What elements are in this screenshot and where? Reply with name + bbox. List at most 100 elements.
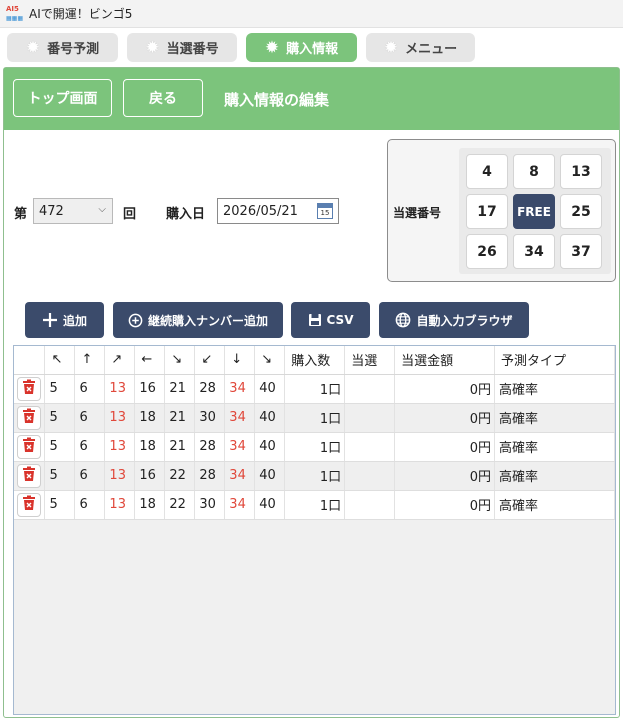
column-header	[14, 346, 46, 375]
column-header[interactable]: ↘	[164, 346, 196, 375]
table-row[interactable]: 5 6 13 18 21 30 34 40 1口 0円 高確率	[14, 403, 615, 433]
tab-label: 購入情報	[286, 42, 339, 57]
quantity-cell: 1口	[284, 403, 346, 433]
delete-cell	[14, 461, 46, 491]
column-header[interactable]: 予測タイプ	[494, 346, 615, 375]
bingo-cell: 25	[560, 194, 602, 229]
number-cell: 22	[164, 490, 196, 520]
quantity-cell: 1口	[284, 432, 346, 462]
winning-numbers-panel: 当選番号 4 8 13 17 FREE 25 26 34 37	[387, 139, 616, 282]
number-cell: 5	[44, 374, 76, 404]
number-cell: 21	[164, 432, 196, 462]
header-bar: トップ画面 戻る 購入情報の編集	[4, 68, 619, 130]
table-row[interactable]: 5 6 13 18 21 28 34 40 1口 0円 高確率	[14, 432, 615, 462]
number-cell: 6	[74, 490, 106, 520]
number-cell: 21	[164, 403, 196, 433]
number-cell: 5	[44, 461, 76, 491]
number-cell: 6	[74, 432, 106, 462]
delete-button[interactable]	[17, 405, 41, 430]
number-cell: 6	[74, 461, 106, 491]
plus-icon	[42, 312, 58, 328]
delete-button[interactable]	[17, 434, 41, 459]
content-frame: トップ画面 戻る 購入情報の編集 第 472 ⌵ 回 購入日 2026/05/2…	[3, 67, 620, 718]
globe-icon	[395, 312, 411, 328]
column-header[interactable]: ←	[134, 346, 166, 375]
prediction-type-cell: 高確率	[494, 461, 615, 491]
purchase-table: ↖ ↑ ↗ ← ↘ ↙ ↓ ↘ 購入数 当選 当選金額 予測タイプ 5 6 13 16…	[13, 345, 616, 715]
auto-input-browser-button[interactable]: 自動入力ブラウザ	[379, 302, 529, 338]
number-cell: 22	[164, 461, 196, 491]
bingo-cell: 34	[513, 234, 555, 269]
round-select[interactable]: 472 ⌵	[33, 198, 113, 224]
csv-label: CSV	[326, 313, 354, 327]
tab-purchase-info[interactable]: ✹ 購入情報	[246, 33, 357, 62]
number-cell: 34	[224, 461, 256, 491]
table-row[interactable]: 5 6 13 18 22 30 34 40 1口 0円 高確率	[14, 490, 615, 520]
csv-button[interactable]: CSV	[291, 302, 370, 338]
back-button[interactable]: 戻る	[123, 79, 203, 117]
number-cell: 5	[44, 403, 76, 433]
column-header[interactable]: ↑	[74, 346, 106, 375]
number-cell: 34	[224, 490, 256, 520]
win-cell	[344, 490, 396, 520]
bingo-cell: 13	[560, 154, 602, 189]
column-header[interactable]: 当選金額	[394, 346, 496, 375]
trash-icon	[22, 379, 36, 399]
column-header[interactable]: ↖	[44, 346, 76, 375]
number-cell: 6	[74, 374, 106, 404]
trash-icon	[22, 466, 36, 486]
number-cell: 18	[134, 432, 166, 462]
number-cell: 16	[134, 461, 166, 491]
bingo-cell: 4	[466, 154, 508, 189]
delete-cell	[14, 432, 46, 462]
delete-button[interactable]	[17, 376, 41, 401]
window-title: AIで開運！ビンゴ5	[29, 7, 133, 21]
prediction-type-cell: 高確率	[494, 490, 615, 520]
auto-browser-label: 自動入力ブラウザ	[416, 313, 513, 328]
number-cell: 40	[254, 461, 286, 491]
number-cell: 30	[194, 403, 226, 433]
plus-circle-icon	[128, 313, 143, 328]
tab-menu[interactable]: ✹ メニュー	[366, 33, 475, 62]
number-cell: 34	[224, 432, 256, 462]
continue-add-label: 継続購入ナンバー追加	[147, 313, 268, 328]
number-cell: 6	[74, 403, 106, 433]
column-header[interactable]: 購入数	[284, 346, 346, 375]
round-value: 472	[39, 203, 64, 219]
tab-winning-numbers[interactable]: ✹ 当選番号	[127, 33, 237, 62]
column-header[interactable]: ↓	[224, 346, 256, 375]
purchase-date-field[interactable]: 2026/05/21 15	[217, 198, 339, 224]
add-button[interactable]: 追加	[25, 302, 104, 338]
main-tabs: ✹ 番号予測 ✹ 当選番号 ✹ 購入情報 ✹ メニュー	[7, 33, 475, 62]
number-cell: 18	[134, 490, 166, 520]
bingo-cell: 37	[560, 234, 602, 269]
number-cell: 40	[254, 403, 286, 433]
table-row[interactable]: 5 6 13 16 21 28 34 40 1口 0円 高確率	[14, 374, 615, 404]
app-logo-icon: AI5 ▦▦▦	[6, 4, 24, 22]
amount-cell: 0円	[394, 461, 496, 491]
continue-purchase-add-button[interactable]: 継続購入ナンバー追加	[113, 302, 283, 338]
column-header[interactable]: 当選	[344, 346, 396, 375]
column-header[interactable]: ↘	[254, 346, 286, 375]
round-suffix: 回	[123, 207, 137, 222]
quantity-cell: 1口	[284, 490, 346, 520]
tab-number-prediction[interactable]: ✹ 番号予測	[7, 33, 118, 62]
bingo-cell: 8	[513, 154, 555, 189]
delete-button[interactable]	[17, 463, 41, 488]
calendar-icon[interactable]: 15	[317, 203, 333, 219]
number-cell: 28	[194, 432, 226, 462]
number-cell: 30	[194, 490, 226, 520]
bingo-free-cell: FREE	[513, 194, 555, 229]
delete-button[interactable]	[17, 492, 41, 517]
top-screen-button[interactable]: トップ画面	[13, 79, 112, 117]
purchase-date-label: 購入日	[166, 207, 206, 222]
amount-cell: 0円	[394, 374, 496, 404]
column-header[interactable]: ↙	[194, 346, 226, 375]
number-cell: 13	[104, 403, 136, 433]
column-header[interactable]: ↗	[104, 346, 136, 375]
table-row[interactable]: 5 6 13 16 22 28 34 40 1口 0円 高確率	[14, 461, 615, 491]
win-cell	[344, 432, 396, 462]
number-cell: 13	[104, 490, 136, 520]
amount-cell: 0円	[394, 432, 496, 462]
delete-cell	[14, 490, 46, 520]
